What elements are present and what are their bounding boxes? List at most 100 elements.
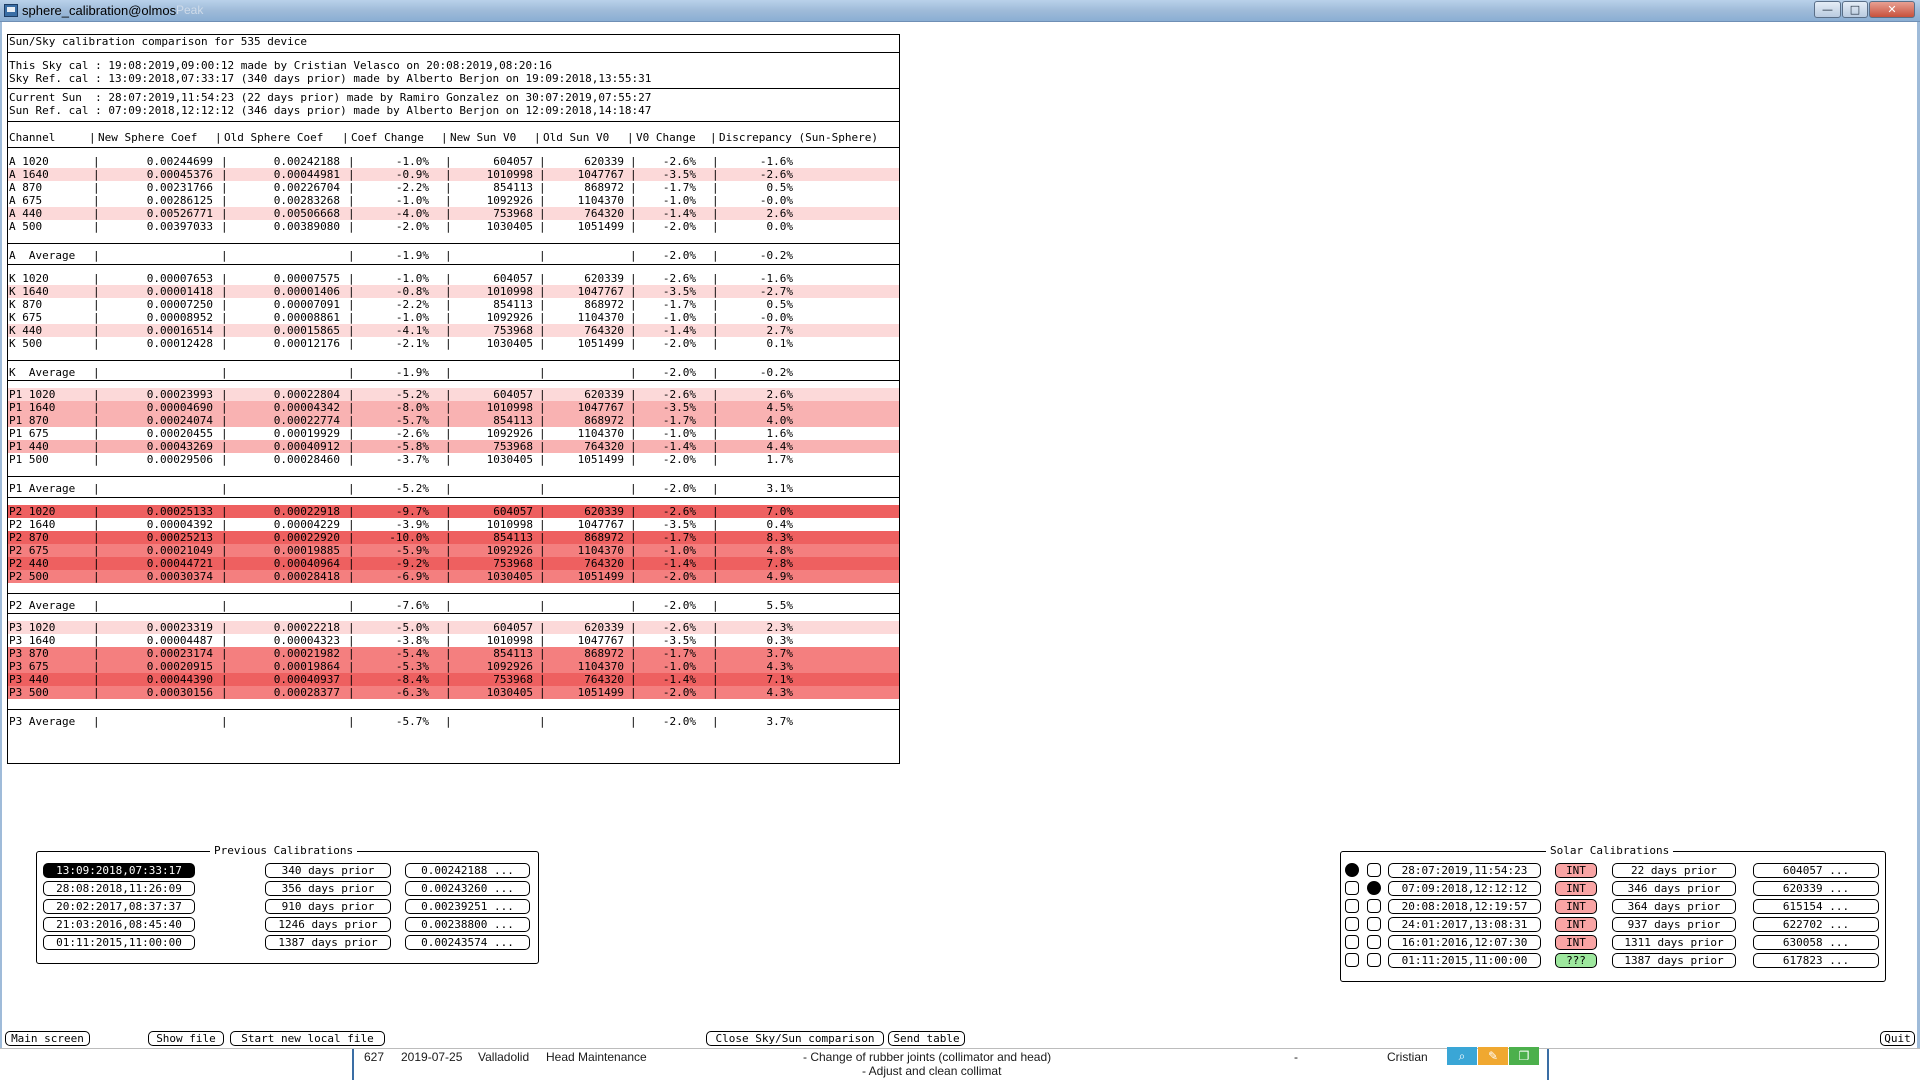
show-file-button[interactable]: Show file — [148, 1031, 224, 1046]
cell-new-v0: 1030405 — [486, 453, 533, 466]
previous-cal-coef[interactable]: 0.00238800 ... — [405, 917, 530, 932]
close-comparison-button[interactable]: Close Sky/Sun comparison — [706, 1031, 884, 1046]
current-sun-radio[interactable] — [1345, 863, 1359, 877]
reference-sun-radio[interactable] — [1367, 881, 1381, 895]
column-separator: | — [630, 168, 637, 181]
solar-cal-type[interactable]: ??? — [1555, 953, 1597, 968]
previous-cal-prior[interactable]: 340 days prior — [265, 863, 391, 878]
column-separator: | — [221, 686, 228, 699]
column-separator: | — [93, 531, 100, 544]
column-separator: | — [348, 660, 355, 673]
column-separator: | — [445, 249, 452, 262]
previous-cal-date[interactable]: 21:03:2016,08:45:40 — [43, 917, 195, 932]
previous-cal-date[interactable]: 20:02:2017,08:37:37 — [43, 899, 195, 914]
cell-channel: K 870 — [9, 298, 43, 311]
solar-cal-date[interactable]: 28:07:2019,11:54:23 — [1388, 863, 1541, 878]
current-sun-radio[interactable] — [1345, 899, 1359, 913]
column-separator: | — [445, 298, 452, 311]
minimize-button[interactable]: — — [1814, 1, 1841, 18]
previous-cal-prior[interactable]: 356 days prior — [265, 881, 391, 896]
status-separator — [1547, 1049, 1549, 1080]
previous-cal-prior[interactable]: 1246 days prior — [265, 917, 391, 932]
cell-v0-change: -1.0% — [662, 660, 696, 673]
reference-sun-radio[interactable] — [1367, 935, 1381, 949]
send-table-button[interactable]: Send table — [888, 1031, 965, 1046]
cell-v0-change: -2.0% — [662, 220, 696, 233]
table-row: K 1640 0.00001418 0.00001406 -0.8% 1010998 10… — [8, 285, 899, 298]
solar-cal-date[interactable]: 20:08:2018,12:19:57 — [1388, 899, 1541, 914]
average-discrepancy: 3.7% — [766, 715, 794, 728]
cell-new-coef: 0.00020915 — [146, 660, 213, 673]
solar-cal-prior[interactable]: 364 days prior — [1612, 899, 1736, 914]
solar-cal-prior[interactable]: 1311 days prior — [1612, 935, 1736, 950]
column-separator: | — [630, 207, 637, 220]
solar-cal-date[interactable]: 16:01:2016,12:07:30 — [1388, 935, 1541, 950]
column-separator: | — [221, 285, 228, 298]
quit-button[interactable]: Quit — [1880, 1031, 1915, 1046]
reference-sun-radio[interactable] — [1367, 899, 1381, 913]
solar-cal-type[interactable]: INT — [1555, 899, 1597, 914]
cell-v0-change: -2.0% — [662, 453, 696, 466]
previous-cal-coef[interactable]: 0.00243574 ... — [405, 935, 530, 950]
current-sun-radio[interactable] — [1345, 881, 1359, 895]
column-separator: | — [712, 599, 719, 612]
solar-cal-prior[interactable]: 1387 days prior — [1612, 953, 1736, 968]
previous-cal-date[interactable]: 13:09:2018,07:33:17 — [43, 863, 195, 878]
cell-old-coef: 0.00022920 — [273, 531, 340, 544]
solar-cal-type[interactable]: INT — [1555, 917, 1597, 932]
search-icon[interactable]: ⌕ — [1447, 1047, 1477, 1065]
cell-discrepancy: 0.5% — [766, 181, 794, 194]
solar-cal-date[interactable]: 24:01:2017,13:08:31 — [1388, 917, 1541, 932]
solar-cal-prior[interactable]: 937 days prior — [1612, 917, 1736, 932]
cell-new-v0: 854113 — [493, 414, 533, 427]
solar-cal-type[interactable]: INT — [1555, 863, 1597, 878]
cell-new-coef: 0.00023319 — [146, 621, 213, 634]
previous-cal-coef[interactable]: 0.00239251 ... — [405, 899, 530, 914]
solar-cal-v0[interactable]: 620339 ... — [1753, 881, 1879, 896]
column-separator: | — [630, 570, 637, 583]
solar-cal-date[interactable]: 01:11:2015,11:00:00 — [1388, 953, 1541, 968]
previous-cal-date[interactable]: 01:11:2015,11:00:00 — [43, 935, 195, 950]
solar-cal-v0[interactable]: 604057 ... — [1753, 863, 1879, 878]
column-separator: | — [712, 673, 719, 686]
solar-cal-v0[interactable]: 617823 ... — [1753, 953, 1879, 968]
solar-cal-date[interactable]: 07:09:2018,12:12:12 — [1388, 881, 1541, 896]
close-window-button[interactable]: ✕ — [1869, 1, 1915, 18]
cell-coef-change: -10.0% — [389, 531, 429, 544]
reference-sun-radio[interactable] — [1367, 863, 1381, 877]
title-bar[interactable]: sphere_calibration@olmos Peak — □ ✕ — [0, 0, 1920, 22]
cell-discrepancy: 4.3% — [766, 686, 794, 699]
solar-cal-v0[interactable]: 615154 ... — [1753, 899, 1879, 914]
previous-cal-prior[interactable]: 1387 days prior — [265, 935, 391, 950]
reference-sun-radio[interactable] — [1367, 917, 1381, 931]
current-sun-radio[interactable] — [1345, 917, 1359, 931]
cell-channel: K 675 — [9, 311, 43, 324]
current-sun-radio[interactable] — [1345, 953, 1359, 967]
solar-cal-v0[interactable]: 630058 ... — [1753, 935, 1879, 950]
solar-cal-type[interactable]: INT — [1555, 881, 1597, 896]
column-separator: | — [93, 249, 100, 262]
main-screen-button[interactable]: Main screen — [5, 1031, 90, 1046]
previous-cal-prior[interactable]: 910 days prior — [265, 899, 391, 914]
solar-cal-prior[interactable]: 22 days prior — [1612, 863, 1736, 878]
previous-cal-coef[interactable]: 0.00242188 ... — [405, 863, 530, 878]
solar-cal-prior[interactable]: 346 days prior — [1612, 881, 1736, 896]
column-separator: | — [539, 311, 546, 324]
edit-icon[interactable]: ✎ — [1478, 1047, 1508, 1065]
previous-cal-coef[interactable]: 0.00243260 ... — [405, 881, 530, 896]
solar-cal-type[interactable]: INT — [1555, 935, 1597, 950]
cell-coef-change: -3.7% — [395, 453, 429, 466]
maximize-button[interactable]: □ — [1842, 1, 1868, 18]
column-separator: | — [348, 621, 355, 634]
start-new-local-file-button[interactable]: Start new local file — [230, 1031, 385, 1046]
current-sun-radio[interactable] — [1345, 935, 1359, 949]
column-header: Channel — [9, 131, 56, 144]
previous-cal-date[interactable]: 28:08:2018,11:26:09 — [43, 881, 195, 896]
column-separator: | — [221, 337, 228, 350]
column-separator: | — [348, 647, 355, 660]
copy-icon[interactable]: ❐ — [1509, 1047, 1539, 1065]
log-description-line-2: - Adjust and clean collimat — [862, 1064, 1002, 1078]
reference-sun-radio[interactable] — [1367, 953, 1381, 967]
solar-cal-v0[interactable]: 622702 ... — [1753, 917, 1879, 932]
cell-new-v0: 604057 — [493, 272, 533, 285]
